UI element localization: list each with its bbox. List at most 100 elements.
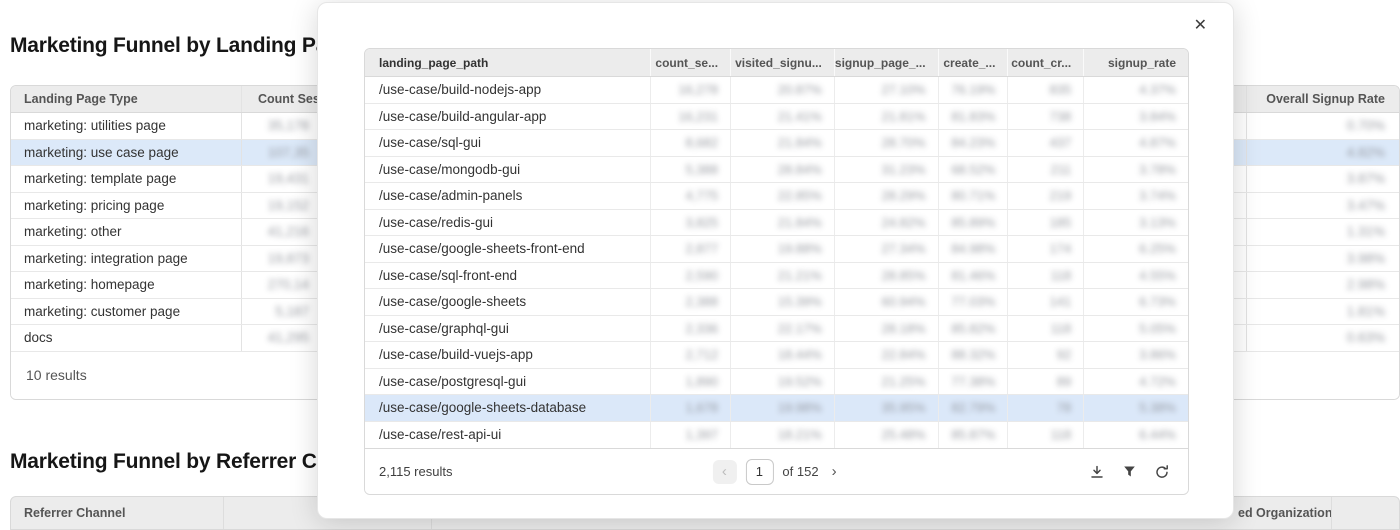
column-header-referrer-channel[interactable]: Referrer Channel [24, 506, 125, 520]
landing-page-type-cell: docs [11, 330, 241, 345]
landing-page-type-cell: marketing: other [11, 224, 241, 239]
table-actions [1089, 464, 1170, 480]
landing-page-path-cell: /use-case/redis-gui [365, 215, 650, 230]
landing-page-type-cell: marketing: use case page [11, 145, 241, 160]
blurred-value: 6.44% [1139, 427, 1176, 442]
blurred-value: 1,890 [686, 374, 719, 389]
blurred-value: 4.72% [1139, 374, 1176, 389]
table-row[interactable]: /use-case/mongodb-gui 5,388 28.84% 31.23… [365, 157, 1188, 184]
next-page-button[interactable]: › [828, 461, 841, 482]
column-header-count-created[interactable]: count_cr... [1007, 49, 1083, 76]
landing-page-path-cell: /use-case/graphql-gui [365, 321, 650, 336]
blurred-value: 35.95% [881, 400, 925, 415]
table-row[interactable]: /use-case/google-sheets-front-end 2,877 … [365, 236, 1188, 263]
landing-page-type-cell: marketing: pricing page [11, 198, 241, 213]
table-row[interactable]: /use-case/graphql-gui 2,336 22.17% 28.18… [365, 316, 1188, 343]
blurred-value: 19,431 [268, 171, 309, 186]
blurred-value: 2,336 [686, 321, 719, 336]
results-count: 2,115 results [365, 464, 452, 479]
blurred-value: 24.82% [881, 215, 925, 230]
blurred-value: 118 [1051, 321, 1072, 336]
column-header-count-sessions[interactable]: count_se... [650, 49, 730, 76]
blurred-value: 82.79% [951, 400, 995, 415]
close-icon[interactable]: ✕ [1194, 18, 1207, 34]
table-row[interactable]: /use-case/sql-gui 8,682 21.84% 28.70% 84… [365, 130, 1188, 157]
page-number-input[interactable]: 1 [745, 459, 773, 485]
previous-page-button[interactable]: ‹ [712, 460, 736, 484]
table-row[interactable]: /use-case/admin-panels 4,775 22.85% 28.2… [365, 183, 1188, 210]
blurred-value: 219 [1050, 188, 1072, 203]
column-divider [223, 497, 224, 529]
landing-page-type-cell: marketing: homepage [11, 277, 241, 292]
blurred-value: 141 [1050, 294, 1072, 309]
blurred-value: 174 [1050, 241, 1072, 256]
blurred-value: 1,397 [686, 427, 719, 442]
blurred-value: 77.38% [951, 374, 995, 389]
blurred-value: 211 [1051, 162, 1072, 177]
table-row[interactable]: /use-case/rest-api-ui 1,397 18.21% 25.48… [365, 422, 1188, 449]
blurred-value: 20.87% [778, 82, 822, 97]
landing-page-type-cell: marketing: customer page [11, 304, 241, 319]
blurred-value: 31.23% [881, 162, 925, 177]
table-row[interactable]: /use-case/google-sheets 2,388 15.39% 60.… [365, 289, 1188, 316]
blurred-value: 3.78% [1139, 162, 1176, 177]
blurred-value: 8,682 [686, 135, 719, 150]
landing-page-path-cell: /use-case/build-angular-app [365, 109, 650, 124]
table-row[interactable]: /use-case/sql-front-end 2,590 21.21% 28.… [365, 263, 1188, 290]
table-row[interactable]: /use-case/google-sheets-database 1,678 1… [365, 395, 1188, 422]
blurred-value: 2,877 [686, 241, 719, 256]
column-header-create[interactable]: create_... [938, 49, 1008, 76]
column-header-count-sessions[interactable]: Count Ses [241, 86, 323, 112]
download-icon[interactable] [1089, 464, 1105, 480]
table-row[interactable]: /use-case/build-vuejs-app 2,712 18.44% 2… [365, 342, 1188, 369]
blurred-value: 60.94% [881, 294, 925, 309]
table-row[interactable]: /use-case/build-angular-app 16,231 21.41… [365, 104, 1188, 131]
drilldown-table: landing_page_path count_se... visited_si… [364, 48, 1189, 495]
blurred-value: 25.48% [881, 427, 925, 442]
table-row[interactable]: /use-case/build-nodejs-app 16,278 20.87%… [365, 77, 1188, 104]
blurred-value: 19.88% [778, 241, 822, 256]
column-header-overall-signup-rate[interactable]: Overall Signup Rate [1246, 86, 1399, 112]
column-header-landing-page-path[interactable]: landing_page_path [365, 49, 650, 76]
landing-page-type-cell: marketing: template page [11, 171, 241, 186]
blurred-value: 85.82% [951, 321, 995, 336]
blurred-value: 437 [1050, 135, 1072, 150]
blurred-value: 270,14 [268, 277, 309, 292]
blurred-value: 76.19% [951, 82, 995, 97]
landing-page-path-cell: /use-case/rest-api-ui [365, 427, 650, 442]
filter-icon[interactable] [1122, 464, 1137, 479]
blurred-value: 84.23% [951, 135, 995, 150]
blurred-value: 4.55% [1139, 268, 1176, 283]
blurred-value: 88.32% [951, 347, 995, 362]
pagination: ‹ 1 of 152 › [712, 459, 840, 485]
column-header-signup-rate[interactable]: signup_rate [1083, 49, 1188, 76]
blurred-value: 85.87% [951, 427, 995, 442]
landing-page-path-cell: /use-case/build-nodejs-app [365, 82, 650, 97]
blurred-value: 5,187 [275, 304, 309, 319]
blurred-value: 41,216 [268, 224, 309, 239]
blurred-value: 81.83% [951, 109, 995, 124]
blurred-value: 3.87% [1347, 171, 1385, 186]
table-row[interactable]: /use-case/redis-gui 3,825 21.84% 24.82% … [365, 210, 1188, 237]
blurred-value: 4,775 [686, 188, 719, 203]
blurred-value: 28.29% [881, 188, 925, 203]
blurred-value: 107,35 [268, 145, 309, 160]
blurred-value: 28.70% [881, 135, 925, 150]
blurred-value: 22.17% [778, 321, 822, 336]
blurred-value: 2.98% [1347, 277, 1385, 292]
blurred-value: 5.05% [1139, 321, 1176, 336]
table-row[interactable]: /use-case/postgresql-gui 1,890 19.52% 21… [365, 369, 1188, 396]
blurred-value: 19,873 [268, 251, 309, 266]
column-header-visited-signup[interactable]: visited_signu... [730, 49, 834, 76]
blurred-value: 15.39% [778, 294, 822, 309]
column-header-signup-page[interactable]: signup_page_... [834, 49, 938, 76]
blurred-value: 18.44% [778, 347, 822, 362]
blurred-value: 28.84% [778, 162, 822, 177]
blurred-value: 78 [1057, 400, 1071, 415]
page-total-label: of 152 [782, 464, 818, 479]
column-header-organization-partial[interactable]: ed Organization [1238, 506, 1332, 520]
blurred-value: 3.84% [1139, 109, 1176, 124]
landing-page-path-cell: /use-case/google-sheets-front-end [365, 241, 650, 256]
refresh-icon[interactable] [1154, 464, 1170, 480]
column-header-landing-page-type[interactable]: Landing Page Type [11, 92, 241, 106]
